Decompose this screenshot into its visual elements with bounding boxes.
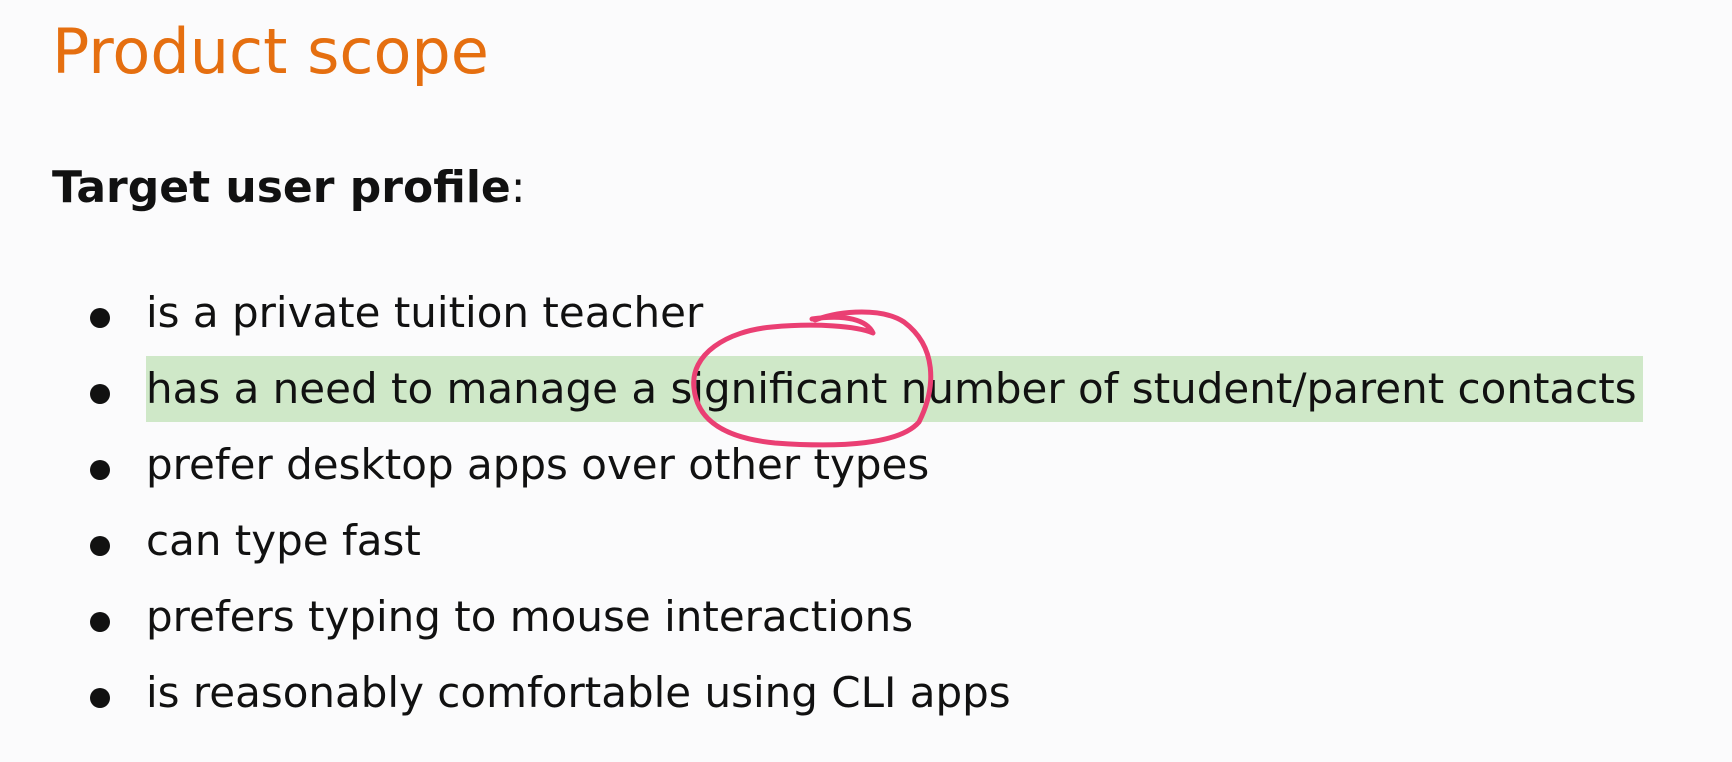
bullet-dot-icon [90,384,110,404]
list-item-text-start: has a need to manage a [146,364,658,413]
profile-label-colon: : [510,162,526,213]
annotated-word-significant: significant [670,364,888,413]
bullet-dot-icon [90,460,110,480]
bullet-dot-icon [90,688,110,708]
bullet-dot-icon [90,536,110,556]
target-user-profile-label: Target user profile [52,162,511,213]
highlighted-list-item-text: has a need to manage a significant numbe… [146,356,1643,422]
list-item-text: is a private tuition teacher [146,288,704,337]
list-item-text-end: number of student/parent contacts [900,364,1637,413]
page-title: Product scope [52,15,489,88]
list-item-text: can type fast [146,516,421,565]
bullet-dot-icon [90,308,110,328]
list-item-text: is reasonably comfortable using CLI apps [146,668,1011,717]
document-content: Product scope Target user profile: is a … [52,0,1732,762]
list-item-text: prefer desktop apps over other types [146,440,930,489]
list-item-text: prefers typing to mouse interactions [146,592,914,641]
target-user-profile-heading: Target user profile: [52,158,526,218]
bullet-dot-icon [90,612,110,632]
